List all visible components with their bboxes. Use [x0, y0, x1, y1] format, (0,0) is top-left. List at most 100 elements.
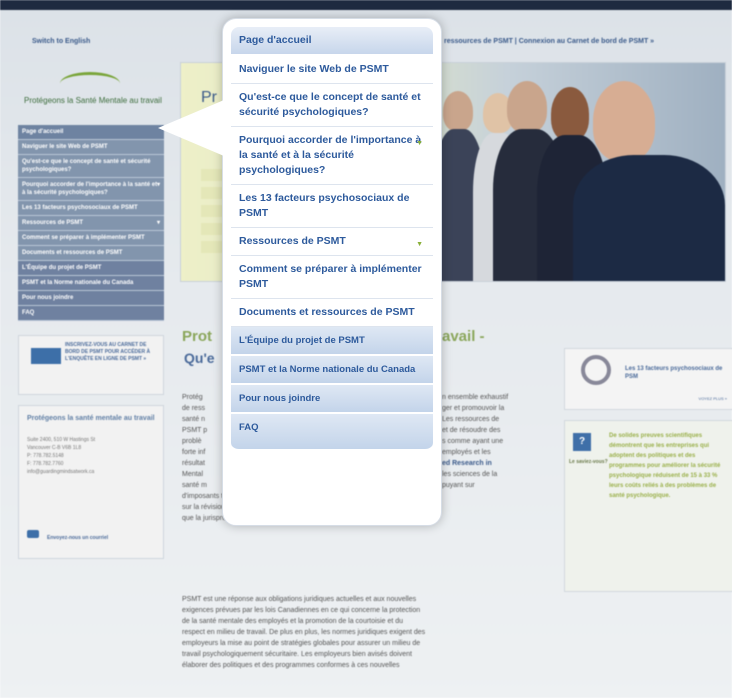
sidebar-item-label: L'Équipe du projet de PSMT: [22, 265, 102, 271]
paragraph-2: PSMT est une réponse aux obligations jur…: [182, 594, 552, 671]
sidebar-item-pourquoi[interactable]: Pourquoi accorder de l'importance à la s…: [18, 178, 164, 201]
factors-box[interactable]: Les 13 facteurs psychosociaux de PSM VOY…: [564, 348, 732, 410]
sidebar-item-label: Documents et ressources de PSMT: [22, 250, 123, 256]
menu-item-label: Pourquoi accorder de l'importance à la s…: [239, 134, 422, 176]
logo-swoosh-icon: [60, 72, 120, 95]
sidebar-item-faq[interactable]: FAQ: [18, 306, 164, 321]
sidebar-item-label: PSMT et la Norme nationale du Canada: [22, 280, 134, 286]
text-line: ed Research in: [442, 460, 492, 467]
top-bar: [0, 0, 732, 10]
contact-line: Suite 2400, 510 W Hastings St: [27, 437, 96, 443]
text-line: travail psychologiquement sécuritaire. L…: [182, 651, 412, 658]
logo-text: Protégeons la Santé Mentale au travail: [24, 96, 162, 105]
overlay-pointer: [158, 100, 224, 156]
menu-item-label: Naviguer le site Web de PSMT: [239, 63, 389, 75]
text-line: employeurs la mise au point de stratégie…: [182, 640, 421, 647]
menu-item-accueil[interactable]: Page d'accueil: [231, 27, 433, 56]
menu-item-label: Comment se préparer à implémenter PSMT: [239, 263, 422, 290]
menu-item-preparer[interactable]: Comment se préparer à implémenter PSMT: [231, 256, 433, 299]
menu-item-naviguer[interactable]: Naviguer le site Web de PSMT: [231, 56, 433, 84]
factors-title: Les 13 facteurs psychosociaux de PSM: [625, 366, 723, 380]
sidebar-item-label: Pourquoi accorder de l'importance à la s…: [22, 182, 158, 196]
menu-item-label: Page d'accueil: [239, 34, 312, 46]
chevron-down-icon[interactable]: ▼: [416, 237, 423, 252]
sidebar-item-label: Naviguer le site Web de PSMT: [22, 144, 108, 150]
sidebar-item-accueil[interactable]: Page d'accueil: [18, 125, 164, 140]
menu-item-label: PSMT et la Norme nationale du Canada: [239, 364, 416, 375]
question-icon: ?: [573, 433, 591, 451]
promo-text: INSCRIVEZ-VOUS AU CARNET DE BORD DE PSMT…: [65, 342, 151, 362]
menu-item-label: Ressources de PSMT: [239, 235, 346, 247]
sidebar-item-naviguer[interactable]: Naviguer le site Web de PSMT: [18, 140, 164, 155]
chevron-down-icon[interactable]: ▾: [157, 181, 160, 189]
chevron-down-icon[interactable]: ▾: [157, 219, 160, 227]
sidebar-item-norme[interactable]: PSMT et la Norme nationale du Canada: [18, 276, 164, 291]
menu-item-label: Pour nous joindre: [239, 393, 321, 404]
text-line: exigences prévues par les lois Canadienn…: [182, 607, 421, 614]
menu-item-label: Qu'est-ce que le concept de santé et séc…: [239, 91, 421, 118]
text-line: et de résoudre des: [442, 427, 501, 434]
contact-box: Protégeons la santé mentale au travail S…: [18, 405, 164, 559]
section-subheading: Qu'e: [184, 350, 215, 366]
sidebar-menu: Page d'accueil Naviguer le site Web de P…: [18, 125, 164, 321]
menu-item-joindre[interactable]: Pour nous joindre: [231, 385, 433, 414]
text-line: les sciences de la: [442, 471, 498, 478]
menu-item-equipe[interactable]: L'Équipe du projet de PSMT: [231, 327, 433, 356]
site-logo[interactable]: Protégeons la Santé Mentale au travail: [18, 60, 164, 115]
text-line: PSMT est une réponse aux obligations jur…: [182, 596, 417, 603]
text-line: élaborer des politiques et des programme…: [182, 662, 400, 669]
sidebar-item-ressources[interactable]: Ressources de PSMT ▾: [18, 216, 164, 231]
text-line: n ensemble exhaustif: [442, 394, 509, 401]
zoomed-menu-overlay: Page d'accueil Naviguer le site Web de P…: [222, 18, 442, 526]
email-us-link[interactable]: Envoyez-nous un courriel: [47, 535, 108, 542]
menu-item-label: L'Équipe du projet de PSMT: [239, 335, 365, 346]
carnet-promo[interactable]: INSCRIVEZ-VOUS AU CARNET DE BORD DE PSMT…: [18, 335, 164, 395]
sidebar-item-preparer[interactable]: Comment se préparer à implémenter PSMT: [18, 231, 164, 246]
mail-icon: [27, 530, 39, 538]
text-line: ger et promouvoir la: [442, 405, 505, 412]
contact-email-link[interactable]: info@guardingmindsatwork.ca: [27, 468, 155, 476]
switch-language-link[interactable]: Switch to English: [32, 38, 90, 45]
sidebar-item-facteurs[interactable]: Les 13 facteurs psychosociaux de PSMT: [18, 201, 164, 216]
menu-item-label: Documents et ressources de PSMT: [239, 306, 415, 318]
section-heading-left: Prot: [182, 328, 212, 345]
sidebar: Protégeons la Santé Mentale au travail P…: [18, 60, 164, 559]
menu-item-pourquoi[interactable]: Pourquoi accorder de l'importance à la s…: [231, 127, 433, 185]
sidebar-item-label: Pour nous joindre: [22, 295, 74, 301]
did-you-know-label: Le saviez-vous?: [569, 459, 608, 465]
sidebar-item-documents[interactable]: Documents et ressources de PSMT: [18, 246, 164, 261]
laptop-icon: [31, 348, 61, 364]
menu-item-ressources[interactable]: Ressources de PSMT ▼: [231, 228, 433, 256]
magnifier-icon: [581, 355, 611, 385]
text-line: de la santé mentale des employés et la p…: [182, 618, 404, 625]
text-line: s comme ayant une: [442, 438, 504, 445]
sidebar-item-label: Qu'est-ce que le concept de santé et séc…: [22, 159, 151, 173]
sidebar-item-equipe[interactable]: L'Équipe du projet de PSMT: [18, 261, 164, 276]
menu-item-faq[interactable]: FAQ: [231, 414, 433, 451]
menu-item-norme[interactable]: PSMT et la Norme nationale du Canada: [231, 356, 433, 385]
person-photo: [593, 81, 655, 161]
sidebar-item-joindre[interactable]: Pour nous joindre: [18, 291, 164, 306]
text-line: employés et les: [442, 449, 491, 456]
top-nav-links[interactable]: ressources de PSMT | Connexion au Carnet…: [444, 38, 654, 45]
text-line: puyant sur: [442, 482, 475, 489]
menu-item-documents[interactable]: Documents et ressources de PSMT: [231, 299, 433, 327]
contact-line: F: 778.782.7760: [27, 461, 64, 467]
person-photo: [443, 91, 473, 131]
person-photo: [551, 87, 589, 141]
person-photo: [507, 81, 547, 133]
contact-line: Vancouver C-B V6B 1L8: [27, 445, 82, 451]
sidebar-item-label: FAQ: [22, 310, 35, 316]
menu-item-concept[interactable]: Qu'est-ce que le concept de santé et séc…: [231, 84, 433, 127]
sidebar-item-label: Comment se préparer à implémenter PSMT: [22, 235, 145, 241]
contact-title: Protégeons la santé mentale au travail: [27, 415, 155, 422]
menu-item-facteurs[interactable]: Les 13 facteurs psychosociaux de PSMT: [231, 185, 433, 228]
text-line: Les ressources de: [442, 416, 500, 423]
chevron-down-icon[interactable]: ▼: [416, 136, 423, 151]
text-line: respect en milieu de travail. De plus en…: [182, 629, 426, 636]
sidebar-item-concept[interactable]: Qu'est-ce que le concept de santé et séc…: [18, 155, 164, 178]
did-you-know-box: ? Le saviez-vous? De solides preuves sci…: [564, 420, 732, 592]
see-more-link[interactable]: VOYEZ PLUS »: [699, 396, 727, 401]
sidebar-item-label: Page d'accueil: [22, 129, 64, 135]
menu-item-label: FAQ: [239, 422, 259, 433]
